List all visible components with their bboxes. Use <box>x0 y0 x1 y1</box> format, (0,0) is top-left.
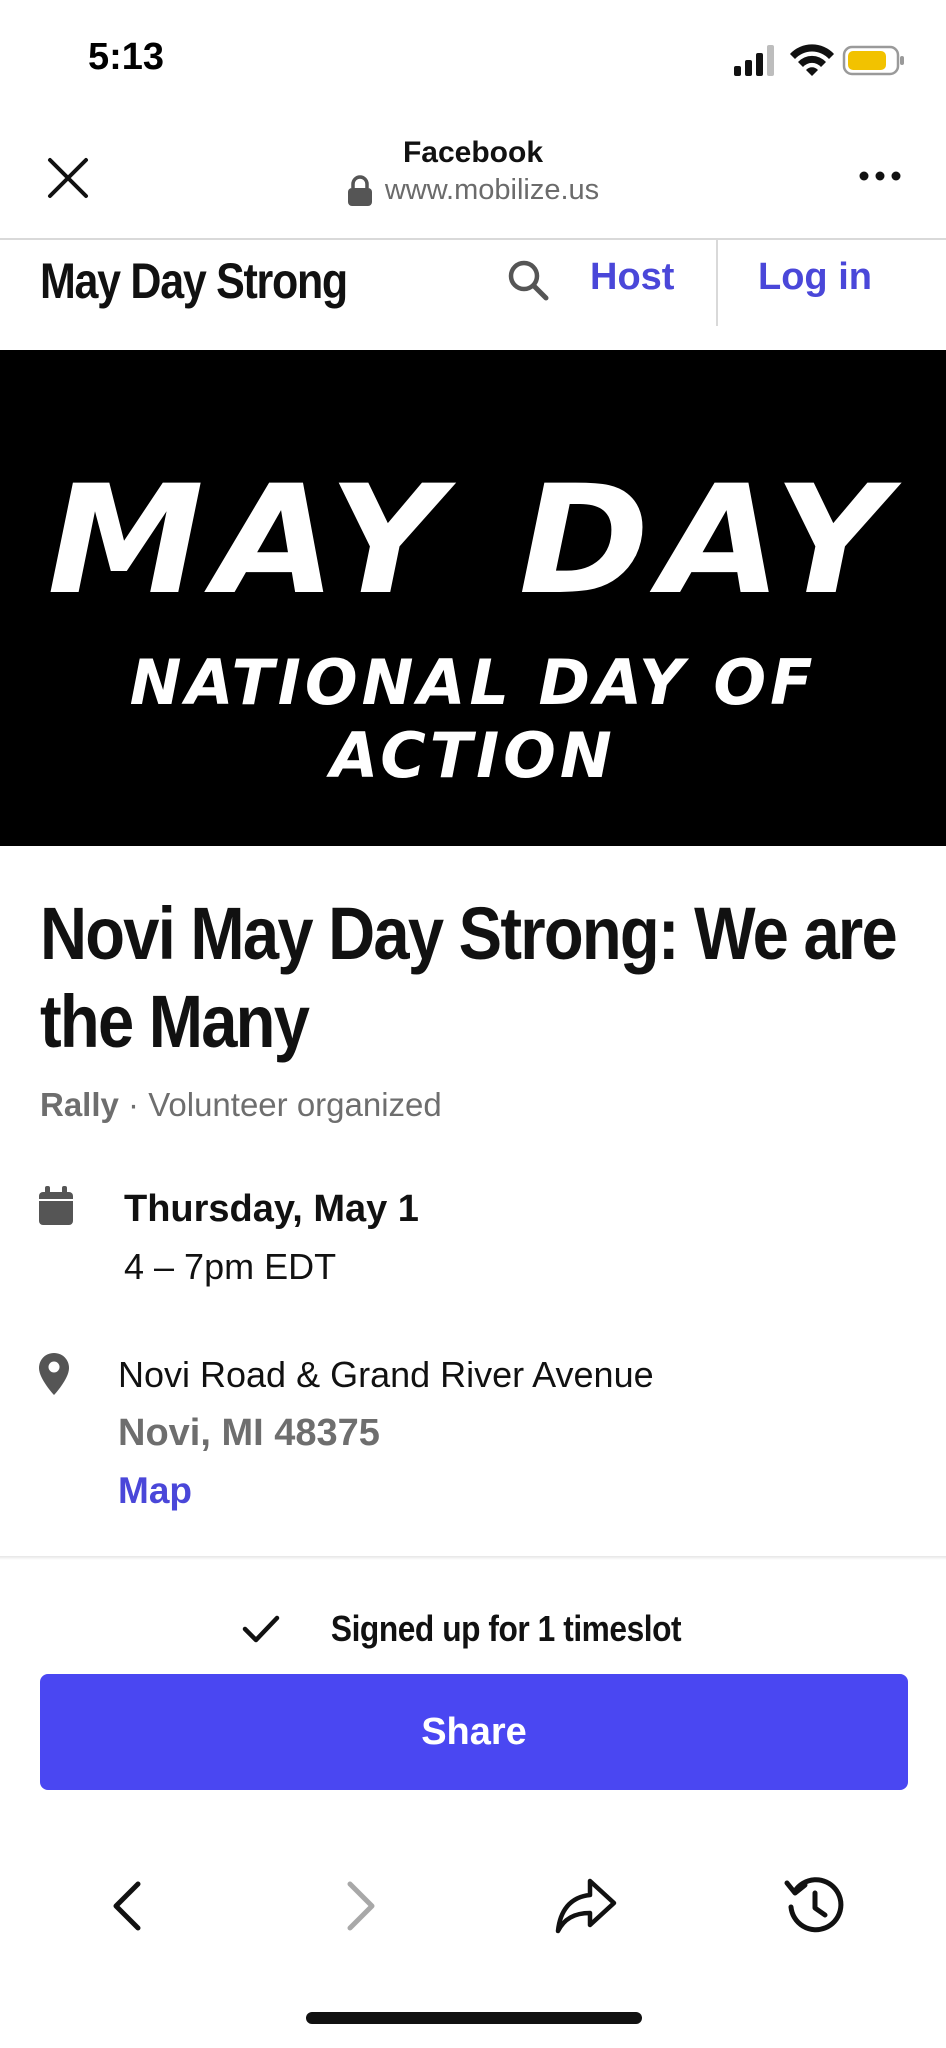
lock-icon <box>347 174 372 206</box>
site-brand[interactable]: May Day Strong <box>40 252 348 310</box>
host-link[interactable]: Host <box>590 256 674 299</box>
event-date: Thursday, May 1 <box>124 1188 419 1230</box>
event-title: Novi May Day Strong: We are the Many <box>40 892 898 1063</box>
cellular-signal-icon <box>734 45 774 76</box>
event-meta: Rally · Volunteer organized <box>40 1086 442 1124</box>
address-city: Novi, MI 48375 <box>118 1412 380 1454</box>
location-pin-icon <box>38 1352 70 1396</box>
event-banner-image: MAY DAY NATIONAL DAY OF ACTION <box>0 350 946 846</box>
share-arrow-icon <box>555 1878 617 1934</box>
event-time: 4 – 7pm EDT <box>124 1246 337 1287</box>
share-button[interactable]: Share <box>40 1674 908 1790</box>
checkmark-icon <box>242 1615 280 1643</box>
forward-button[interactable] <box>320 1866 400 1946</box>
more-button[interactable] <box>848 156 912 196</box>
status-icons <box>728 40 908 80</box>
status-time: 5:13 <box>88 36 165 78</box>
login-link[interactable]: Log in <box>758 256 872 299</box>
back-button[interactable] <box>88 1866 168 1946</box>
calendar-icon <box>38 1186 74 1226</box>
browser-app-title: Facebook <box>402 136 544 169</box>
more-icon <box>859 171 901 181</box>
map-link[interactable]: Map <box>118 1470 192 1512</box>
meta-separator: · <box>118 1086 149 1123</box>
forward-icon <box>347 1881 375 1931</box>
event-type: Rally <box>40 1086 119 1123</box>
event-organizer: Volunteer organized <box>148 1086 442 1123</box>
address-street: Novi Road & Grand River Avenue <box>118 1354 654 1395</box>
signup-status-text: Signed up for 1 timeslot <box>330 1608 682 1649</box>
share-page-button[interactable] <box>546 1866 626 1946</box>
back-icon <box>113 1881 141 1931</box>
search-icon <box>508 260 549 301</box>
url-text: www.mobilize.us <box>384 174 600 206</box>
banner-subheadline: NATIONAL DAY OF ACTION <box>129 646 817 792</box>
banner-headline: MAY DAY <box>47 454 899 628</box>
nav-divider <box>716 240 718 326</box>
search-button[interactable] <box>500 252 556 308</box>
header-divider <box>0 238 946 240</box>
signup-status: Signed up for 1 timeslot <box>0 1608 946 1650</box>
sticky-panel-divider <box>0 1556 946 1560</box>
history-button[interactable] <box>774 1866 854 1946</box>
history-icon <box>784 1877 844 1933</box>
wifi-icon <box>790 44 834 76</box>
url-bar[interactable]: www.mobilize.us <box>0 174 946 207</box>
home-indicator[interactable] <box>306 2012 642 2024</box>
battery-icon <box>842 45 904 76</box>
